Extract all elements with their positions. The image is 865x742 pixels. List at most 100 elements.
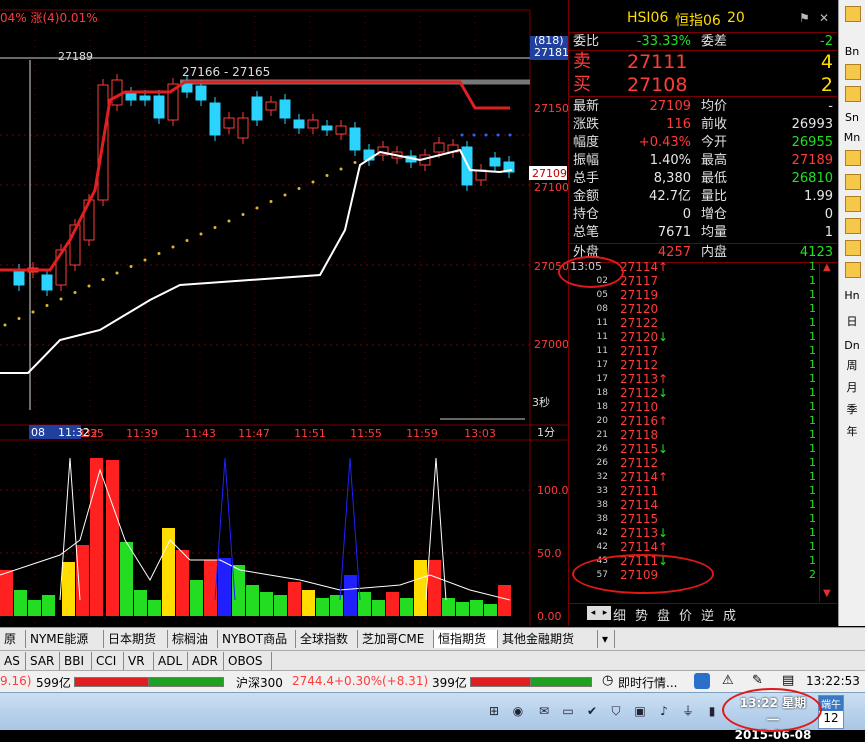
volume-icon[interactable]: ♪ xyxy=(656,703,672,719)
market-tab[interactable]: 日本期货 xyxy=(104,630,168,648)
battery-icon[interactable]: ▮ xyxy=(704,703,720,719)
market-tab[interactable]: 棕榈油 xyxy=(168,630,218,648)
stat-value: 0 xyxy=(824,207,833,222)
period-button[interactable]: Hn xyxy=(841,286,863,306)
period-button[interactable]: 月 xyxy=(841,378,863,398)
volume-axis-label: 100.0 xyxy=(537,484,568,497)
period-button[interactable]: Bn xyxy=(841,42,863,62)
sar-dot xyxy=(171,245,175,249)
period-icon[interactable] xyxy=(845,64,861,80)
mail-icon[interactable]: ✉ xyxy=(536,703,552,719)
market-tab[interactable]: 原油 xyxy=(0,630,26,664)
time-axis-label: 11:43 xyxy=(184,427,216,440)
indicator-tab[interactable]: ADL xyxy=(154,652,188,670)
market-tab[interactable]: 芝加哥CME xyxy=(358,630,434,648)
panel-tab[interactable]: 成 xyxy=(723,605,736,624)
indicator-tab[interactable]: CCI xyxy=(92,652,124,670)
tick-price: 27112 xyxy=(620,358,659,372)
tick-time: 21 xyxy=(596,430,608,440)
tick-time: 18 xyxy=(596,388,608,398)
period-icon[interactable] xyxy=(845,6,861,22)
tick-volume: 1 xyxy=(809,484,816,497)
calendar-holiday: 端午 xyxy=(819,696,843,711)
usb-icon[interactable]: ⏚ xyxy=(680,703,696,719)
time-axis-label: 11:55 xyxy=(350,427,382,440)
status-left-value: 9.16) xyxy=(0,674,32,688)
tick-price: 27116 xyxy=(620,414,659,428)
candlestick-chart[interactable]: (818)2718127150271002705027000(818)27181… xyxy=(0,0,568,626)
calendar-widget[interactable]: 端午 12 xyxy=(818,695,844,729)
scroll-left-icon[interactable]: ◂ xyxy=(587,606,599,620)
market-tab[interactable]: 全球指数 xyxy=(296,630,358,648)
symbol-code: HSI06 xyxy=(627,10,669,26)
period-button[interactable]: 日 xyxy=(841,312,863,332)
tick-row: 05 27119 1 xyxy=(570,288,838,302)
stat-value: 1 xyxy=(824,225,833,240)
tick-price: 27110 xyxy=(620,400,659,414)
period-icon[interactable] xyxy=(845,218,861,234)
indicator-tab[interactable]: AS xyxy=(0,652,26,670)
stat-label: 最新 xyxy=(573,99,600,114)
period-icon[interactable] xyxy=(845,174,861,190)
panel-tab[interactable]: 细 xyxy=(613,605,626,624)
panel-tab[interactable]: 价 xyxy=(679,605,692,624)
market-tab[interactable]: 恒指期货 xyxy=(434,630,498,648)
scroll-right-icon[interactable]: ▸ xyxy=(599,606,611,620)
chart-canvas[interactable]: (818)2718127150271002705027000(818)27181… xyxy=(0,0,568,626)
period-icon[interactable] xyxy=(845,240,861,256)
panel-tabbar: ◂ ▸ 细势盘价逆成 xyxy=(569,603,837,624)
market-tab[interactable]: 其他金融期货 xyxy=(498,630,598,648)
monitor-icon[interactable]: ▭ xyxy=(560,703,576,719)
stat-value: +0.43% xyxy=(638,135,691,150)
period-icon[interactable] xyxy=(845,150,861,166)
alert-icon[interactable]: ⚠ xyxy=(722,673,734,688)
period-button[interactable]: Mn xyxy=(841,128,863,148)
panel-tab[interactable]: 盘 xyxy=(657,605,670,624)
stats-row: 金额 42.7亿 量比 1.99 xyxy=(569,188,837,206)
period-button[interactable]: 周 xyxy=(841,356,863,376)
tool-icon[interactable]: ✎ xyxy=(752,673,763,688)
annotation-circle-ticks xyxy=(572,554,714,594)
indicator-tab[interactable]: SAR xyxy=(26,652,60,670)
tick-price: 27114 xyxy=(620,498,659,512)
indicator-tab[interactable]: BBI xyxy=(60,652,92,670)
volume-bar xyxy=(372,600,385,616)
stat-value: 0 xyxy=(682,207,691,222)
period-icon[interactable] xyxy=(845,86,861,102)
qq-icon[interactable]: ◉ xyxy=(510,703,526,719)
doc-icon[interactable]: ▤ xyxy=(782,673,794,688)
news-ticker[interactable]: 即时行情... xyxy=(618,674,677,691)
market-tab[interactable]: NYBOT商品 xyxy=(218,630,296,648)
panel-tab[interactable]: 势 xyxy=(635,605,648,624)
indicator-tab[interactable]: OBOS xyxy=(224,652,272,670)
check-icon[interactable]: ✔ xyxy=(584,703,600,719)
period-button[interactable]: Dn xyxy=(841,336,863,356)
period-button[interactable]: 年 xyxy=(841,422,863,442)
tick-volume: 1 xyxy=(809,302,816,315)
period-button[interactable]: Sn xyxy=(841,108,863,128)
period-button[interactable]: 季 xyxy=(841,400,863,420)
indicator-tab[interactable]: ADR xyxy=(188,652,224,670)
volume-bar xyxy=(470,600,483,616)
market-tab[interactable]: NYME能源 xyxy=(26,630,104,648)
network-icon[interactable]: ⊞ xyxy=(486,703,502,719)
price-axis-label: 27000 xyxy=(534,338,568,351)
tick-volume: 1 xyxy=(809,274,816,287)
close-icon[interactable]: ✕ xyxy=(819,11,829,25)
stat-value: 26955 xyxy=(791,135,833,150)
panel-tab[interactable]: 逆 xyxy=(701,605,714,624)
sar-dot xyxy=(87,284,91,288)
period-icon[interactable] xyxy=(845,262,861,278)
shield-icon[interactable]: ⛉ xyxy=(608,703,624,719)
period-icon[interactable] xyxy=(845,196,861,212)
tick-row: 26 27112 1 xyxy=(570,456,838,470)
indicator-tab[interactable]: VR xyxy=(124,652,154,670)
tick-volume: 1 xyxy=(809,456,816,469)
candle-body xyxy=(265,101,277,111)
pin-icon[interactable]: ⚑ xyxy=(799,11,810,25)
candle-body xyxy=(125,92,137,101)
app-icon[interactable] xyxy=(694,673,710,689)
index-bar-red xyxy=(470,677,532,687)
display-icon[interactable]: ▣ xyxy=(632,703,648,719)
tab-dropdown-icon[interactable]: ▾ xyxy=(598,630,615,648)
